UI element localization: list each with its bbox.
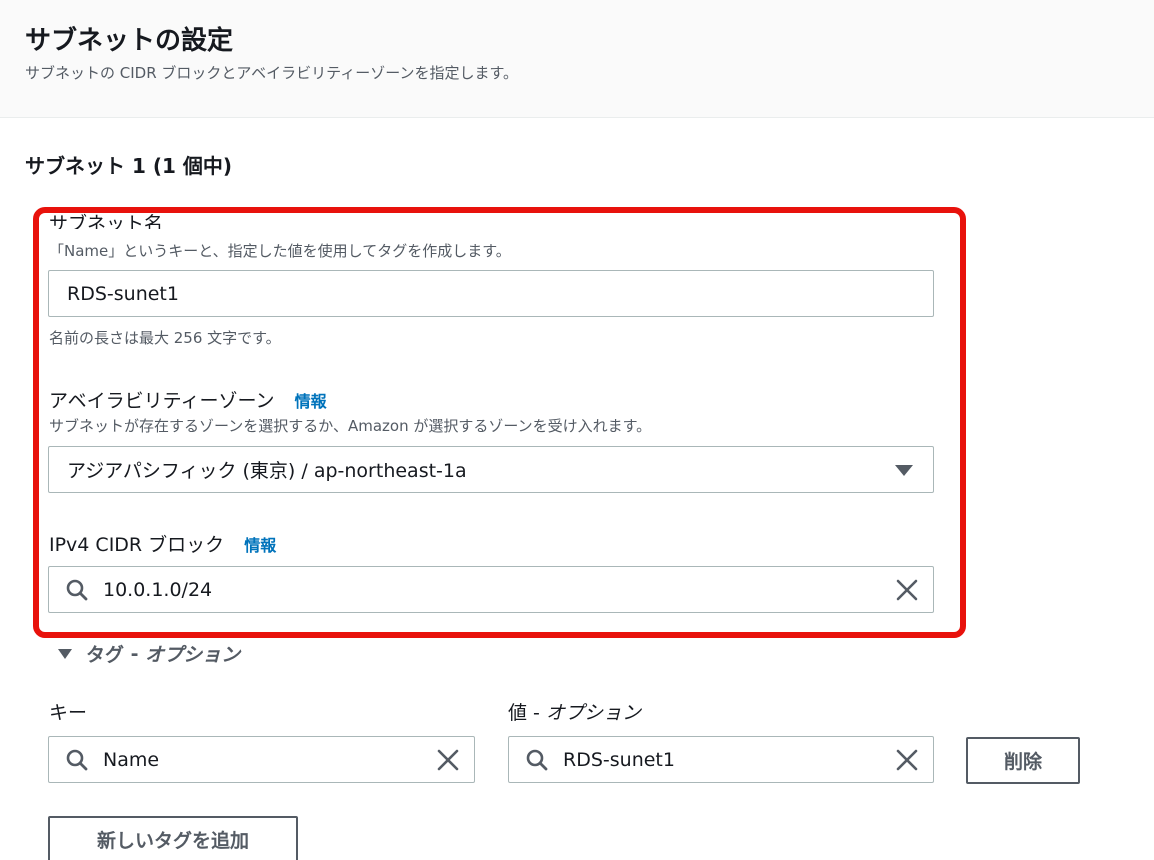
az-info-link[interactable]: 情報 <box>295 392 327 411</box>
caret-down-icon <box>895 465 913 476</box>
tag-value-optional: オプション <box>545 702 641 724</box>
tag-value-input[interactable]: RDS-sunet1 <box>508 736 934 783</box>
az-select[interactable]: アジアパシフィック (東京) / ap-northeast-1a <box>48 446 934 493</box>
az-selected-value: アジアパシフィック (東京) / ap-northeast-1a <box>67 460 467 482</box>
tag-key-input[interactable]: Name <box>48 736 475 783</box>
page-title: サブネットの設定 <box>25 26 234 56</box>
remove-tag-button[interactable]: 削除 <box>966 737 1080 784</box>
tags-expand-toggle[interactable]: タグ - オプション <box>58 640 240 667</box>
subnet-name-input[interactable]: RDS-sunet1 <box>48 270 934 317</box>
tag-key-label: キー <box>49 702 88 724</box>
tag-value-separator: - <box>527 702 546 724</box>
cidr-input[interactable]: 10.0.1.0/24 <box>48 566 934 613</box>
az-description: サブネットが存在するゾーンを選択するか、Amazon が選択するゾーンを受け入れ… <box>49 417 652 435</box>
tag-key-value: Name <box>103 748 160 771</box>
search-icon <box>66 749 88 770</box>
search-icon <box>526 749 548 770</box>
az-label-row: アベイラビリティーゾーン 情報 <box>49 386 327 413</box>
subnet-name-description: 「Name」というキーと、指定した値を使用してタグを作成します。 <box>49 242 511 260</box>
cidr-label: IPv4 CIDR ブロック <box>49 534 225 556</box>
search-icon <box>66 579 88 600</box>
cidr-label-row: IPv4 CIDR ブロック 情報 <box>49 530 276 557</box>
clear-icon[interactable] <box>895 578 919 602</box>
tags-toggle-optional: オプション <box>145 644 241 666</box>
tag-value-label: 値 <box>508 702 528 724</box>
subnet-name-constraint: 名前の長さは最大 256 文字です。 <box>49 329 281 347</box>
tags-toggle-separator: - <box>124 642 146 665</box>
subnet-heading: サブネット 1 (1 個中) <box>25 154 233 178</box>
cidr-value: 10.0.1.0/24 <box>103 578 213 601</box>
page-description: サブネットの CIDR ブロックとアベイラビリティーゾーンを指定します。 <box>25 64 518 82</box>
clear-icon[interactable] <box>436 748 460 772</box>
add-tag-button[interactable]: 新しいタグを追加 <box>48 816 298 860</box>
az-label: アベイラビリティーゾーン <box>49 390 275 412</box>
cidr-info-link[interactable]: 情報 <box>244 536 276 555</box>
tags-toggle-label: タグ <box>86 644 125 666</box>
tag-value-label-row: 値 - オプション <box>508 698 641 725</box>
tag-value-value: RDS-sunet1 <box>563 748 675 771</box>
subnet-name-value: RDS-sunet1 <box>67 282 179 305</box>
clear-icon[interactable] <box>895 748 919 772</box>
triangle-down-icon <box>58 648 72 659</box>
section-header: サブネットの設定 サブネットの CIDR ブロックとアベイラビリティーゾーンを指… <box>0 0 1154 118</box>
subnet-name-label: サブネット名 <box>49 213 164 229</box>
